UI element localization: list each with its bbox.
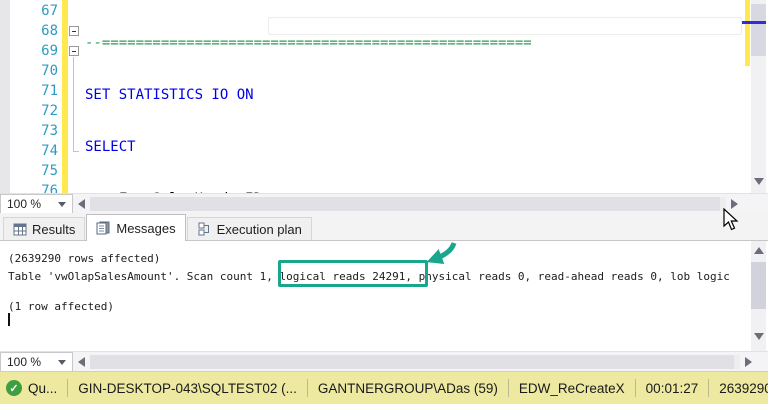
editor-zoom-select[interactable]: 100 % — [0, 194, 73, 214]
line-number: 72 — [41, 103, 58, 119]
chevron-down-icon — [58, 201, 66, 207]
scroll-down-arrow[interactable] — [754, 333, 764, 340]
line-number: 71 — [41, 83, 58, 99]
tab-execution-plan[interactable]: Execution plan — [186, 217, 312, 240]
scroll-left-arrow[interactable] — [78, 357, 85, 367]
status-divider — [306, 379, 308, 397]
code-line[interactable]: SET STATISTICS IO ON — [85, 85, 532, 105]
scrollbar-change-mark — [745, 0, 750, 66]
user-name-label: GANTNERGROUP\ADas (59) — [317, 380, 498, 396]
sql-editor[interactable]: 67 68 69 70 71 72 73 74 75 76 --========… — [0, 0, 768, 193]
code-line[interactable]: SELECT — [85, 137, 532, 157]
editor-indicator-margin — [0, 0, 10, 193]
scroll-up-arrow[interactable] — [754, 247, 764, 254]
scroll-left-arrow[interactable] — [78, 199, 85, 209]
messages-vertical-scrollbar-thumb[interactable] — [751, 262, 766, 309]
line-number: 67 — [41, 3, 58, 19]
mouse-cursor — [723, 208, 739, 231]
status-bar: ✓ Qu... GIN-DESKTOP-043\SQLTEST02 (... G… — [0, 371, 768, 404]
status-divider — [507, 379, 509, 397]
fold-guide-line — [73, 57, 74, 151]
line-number: 68 — [41, 23, 58, 39]
scroll-right-arrow[interactable] — [745, 357, 752, 367]
editor-horizontal-scrollbar-thumb[interactable] — [90, 197, 720, 211]
editor-zoom-value: 100 % — [7, 197, 42, 211]
results-tab-bar: Results Messages Execution plan — [0, 213, 768, 241]
line-number: 70 — [41, 63, 58, 79]
tab-label: Messages — [116, 220, 176, 236]
messages-horizontal-scrollbar-thumb[interactable] — [90, 355, 734, 369]
redaction-box — [268, 17, 742, 35]
code-line[interactable]: --======================================… — [85, 33, 532, 53]
query-duration-label: 00:01:27 — [645, 380, 699, 396]
line-number: 74 — [41, 143, 58, 159]
messages-pane[interactable]: (2639290 rows affected) Table 'vwOlapSal… — [0, 241, 768, 351]
execution-plan-icon — [198, 222, 209, 236]
tab-results[interactable]: Results — [3, 217, 86, 240]
annotation-arrow-icon — [426, 242, 457, 265]
results-grid-icon — [13, 223, 27, 235]
fold-collapse-icon[interactable] — [69, 26, 79, 36]
tab-label: Execution plan — [216, 221, 302, 237]
line-number: 76 — [41, 183, 58, 193]
scrollbar-caret-position-marker — [742, 21, 766, 24]
chevron-down-icon — [58, 359, 66, 365]
editor-scroll-bar-row: 100 % — [0, 193, 768, 214]
fold-collapse-icon[interactable] — [69, 46, 79, 56]
success-check-icon: ✓ — [6, 380, 22, 396]
query-status-label: Qu... — [28, 380, 58, 396]
messages-scroll-bar-row: 100 % — [0, 351, 768, 372]
line-number-gutter: 67 68 69 70 71 72 73 74 75 76 — [10, 1, 58, 193]
messages-zoom-value: 100 % — [7, 355, 42, 369]
message-line: (2639290 rows affected) — [8, 252, 161, 265]
line-number: 69 — [41, 43, 58, 59]
change-tracking-bar — [62, 0, 68, 193]
fold-guide-tick — [73, 151, 79, 152]
line-number: 73 — [41, 123, 58, 139]
editor-vertical-scrollbar-thumb[interactable] — [751, 4, 766, 56]
database-name-label: EDW_ReCreateX — [518, 380, 625, 396]
tab-label: Results — [32, 221, 76, 237]
message-line: (1 row affected) — [8, 300, 114, 313]
text-caret — [8, 313, 10, 326]
ssms-query-window: 67 68 69 70 71 72 73 74 75 76 --========… — [0, 0, 768, 404]
messages-note-icon — [96, 221, 110, 235]
server-name-label: GIN-DESKTOP-043\SQLTEST02 (... — [78, 380, 297, 396]
annotation-highlight-box — [278, 260, 428, 287]
messages-zoom-select[interactable]: 100 % — [0, 352, 73, 372]
status-divider — [67, 379, 69, 397]
scroll-down-arrow[interactable] — [754, 178, 764, 185]
status-divider — [634, 379, 636, 397]
line-number: 75 — [41, 163, 58, 179]
row-count-label: 2639290 rows — [719, 380, 768, 396]
tab-messages[interactable]: Messages — [86, 214, 186, 241]
status-divider — [708, 379, 710, 397]
